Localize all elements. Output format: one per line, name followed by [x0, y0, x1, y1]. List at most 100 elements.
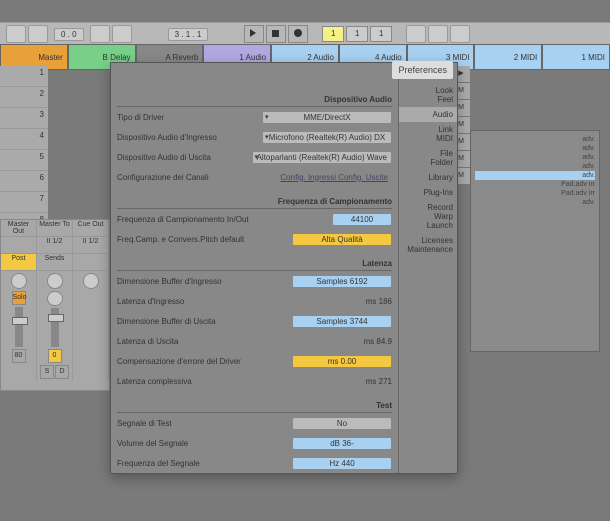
- prefs-tab[interactable]: Audio: [399, 107, 457, 122]
- mixer-section: Master OutMaster ToCue Out II 1/2II 1/2 …: [0, 219, 110, 391]
- prefs-value[interactable]: 0.00 ms: [292, 355, 392, 368]
- browser-item[interactable]: adv.: [475, 198, 595, 207]
- prefs-value[interactable]: -36 dB: [292, 437, 392, 450]
- browser-item[interactable]: Pad.adv irr: [475, 189, 595, 198]
- prefs-row: -36 dBVolume del Segnale: [117, 433, 392, 453]
- prefs-value[interactable]: MME/DirectX: [262, 111, 392, 124]
- mixer-cell[interactable]: II 1/2: [73, 237, 109, 253]
- mixer-cell[interactable]: Cue Out: [73, 220, 109, 236]
- send-knob-a[interactable]: [47, 273, 63, 289]
- mixer-cell[interactable]: Master To: [37, 220, 73, 236]
- prefs-row: MME/DirectX Tipo di Driver: [117, 107, 392, 127]
- punch-out-button[interactable]: [450, 25, 470, 43]
- track-header[interactable]: 1 MIDI: [542, 44, 610, 70]
- browser-item[interactable]: adv.: [475, 171, 595, 180]
- bar-display[interactable]: 111: [322, 26, 392, 42]
- mixer-io-row: II 1/2II 1/2: [1, 237, 109, 254]
- track-header[interactable]: 2 MIDI: [474, 44, 542, 70]
- scene-number[interactable]: 5: [0, 150, 48, 171]
- scene-number[interactable]: 2: [0, 87, 48, 108]
- scene-number[interactable]: 7: [0, 192, 48, 213]
- nudge-down-button[interactable]: [6, 25, 26, 43]
- prefs-value: 186 ms: [366, 297, 392, 306]
- prefs-value[interactable]: Alta Qualità: [292, 233, 392, 246]
- track-activator-button[interactable]: 0: [48, 349, 62, 363]
- metronome-button[interactable]: [112, 25, 132, 43]
- dialog-title: Preferences: [392, 61, 453, 79]
- browser-item[interactable]: Pad.adv irr: [475, 180, 595, 189]
- master-fader[interactable]: [15, 307, 23, 347]
- prefs-tab[interactable]: LinkMIDI: [399, 122, 457, 146]
- nudge-up-button[interactable]: [28, 25, 48, 43]
- bar-segment[interactable]: 1: [370, 26, 392, 42]
- scene-number[interactable]: 1: [0, 66, 48, 87]
- prefs-value: 271 ms: [366, 377, 392, 386]
- browser-item[interactable]: adv.: [475, 135, 595, 144]
- prefs-value[interactable]: 44100: [332, 213, 392, 226]
- mixer-cell[interactable]: Master Out: [1, 220, 37, 236]
- browser-panel: adv.adv.adv.adv.adv.Pad.adv irrPad.adv i…: [470, 130, 600, 352]
- browser-list: adv.adv.adv.adv.adv.Pad.adv irrPad.adv i…: [471, 131, 599, 211]
- return-fader[interactable]: [51, 308, 59, 347]
- prefs-label: Latenza di Uscita: [117, 337, 178, 346]
- section-header: Dispositivo Audio: [117, 93, 392, 107]
- mixer-sends-row: PostSends: [1, 254, 109, 271]
- prefs-label: Frequenza di Campionamento In/Out: [117, 215, 249, 224]
- loop-button[interactable]: [406, 25, 426, 43]
- mixer-track-column: [73, 271, 109, 381]
- stop-button[interactable]: [266, 25, 286, 43]
- mixer-routing-row: Master OutMaster ToCue Out: [1, 220, 109, 237]
- scene-number[interactable]: 3: [0, 108, 48, 129]
- play-button[interactable]: [244, 25, 264, 43]
- prefs-label: Segnale di Test: [117, 419, 172, 428]
- bar-segment[interactable]: 1: [346, 26, 368, 42]
- prefs-tab[interactable]: RecordWarpLaunch: [399, 200, 457, 233]
- arm-button[interactable]: D: [55, 365, 69, 379]
- prefs-tab[interactable]: Plug-Ins: [399, 185, 457, 200]
- mixer-cell[interactable]: [73, 254, 109, 270]
- browser-item[interactable]: adv.: [475, 144, 595, 153]
- browser-item[interactable]: adv.: [475, 162, 595, 171]
- cue-volume-knob[interactable]: [11, 273, 27, 289]
- position-display[interactable]: 3 . 1 . 1: [168, 28, 209, 41]
- prefs-tab[interactable]: LookFeel: [399, 83, 457, 107]
- solo-button[interactable]: Solo: [12, 291, 26, 305]
- master-meter-value: 80: [12, 349, 26, 363]
- prefs-tab[interactable]: LicensesMaintenance: [399, 233, 457, 257]
- browser-item[interactable]: adv.: [475, 153, 595, 162]
- prefs-tab[interactable]: Library: [399, 170, 457, 185]
- top-toolbar: 0 . 0 3 . 1 . 1 111: [0, 22, 610, 46]
- scene-number[interactable]: 4: [0, 129, 48, 150]
- prefs-value[interactable]: 3744 Samples: [292, 315, 392, 328]
- prefs-label: Latenza complessiva: [117, 377, 192, 386]
- mixer-cell[interactable]: Sends: [37, 254, 73, 270]
- mixer-cell[interactable]: Post: [1, 254, 37, 270]
- tap-button[interactable]: [90, 25, 110, 43]
- punch-in-button[interactable]: [428, 25, 448, 43]
- prefs-label: Frequenza del Segnale: [117, 459, 200, 468]
- prefs-value[interactable]: Altoparlanti (Realtek(R) Audio) Wave: [252, 151, 392, 164]
- bar-segment[interactable]: 1: [322, 26, 344, 42]
- prefs-value[interactable]: Config. Ingressi Config. Uscite: [276, 172, 392, 183]
- prefs-label: Dispositivo Audio d'Ingresso: [117, 133, 217, 142]
- prefs-row: 44100 Frequenza di Campionamento In/Out: [117, 209, 392, 229]
- prefs-value[interactable]: 440 Hz: [292, 457, 392, 470]
- prefs-value[interactable]: Microfono (Realtek(R) Audio) DX: [262, 131, 392, 144]
- prefs-label: Freq.Camp. e Convers.Pitch default: [117, 235, 244, 244]
- send-knob-b[interactable]: [47, 291, 63, 307]
- prefs-label: Tipo di Driver: [117, 113, 164, 122]
- record-button[interactable]: [288, 25, 308, 43]
- prefs-value[interactable]: No: [292, 417, 392, 430]
- pan-knob[interactable]: [83, 273, 99, 289]
- preferences-tabs: LookFeelAudioLinkMIDIFileFolderLibraryPl…: [398, 63, 457, 473]
- prefs-row: 440 Hz Frequenza del Segnale: [117, 453, 392, 473]
- solo-cue-button[interactable]: S: [40, 365, 54, 379]
- prefs-value: 84.9 ms: [364, 337, 392, 346]
- mixer-cell[interactable]: [1, 237, 37, 253]
- tempo-display[interactable]: 0 . 0: [54, 28, 84, 41]
- section-header: Test: [117, 399, 392, 413]
- scene-number[interactable]: 6: [0, 171, 48, 192]
- prefs-tab[interactable]: FileFolder: [399, 146, 457, 170]
- prefs-value[interactable]: 6192 Samples: [292, 275, 392, 288]
- mixer-cell[interactable]: II 1/2: [37, 237, 73, 253]
